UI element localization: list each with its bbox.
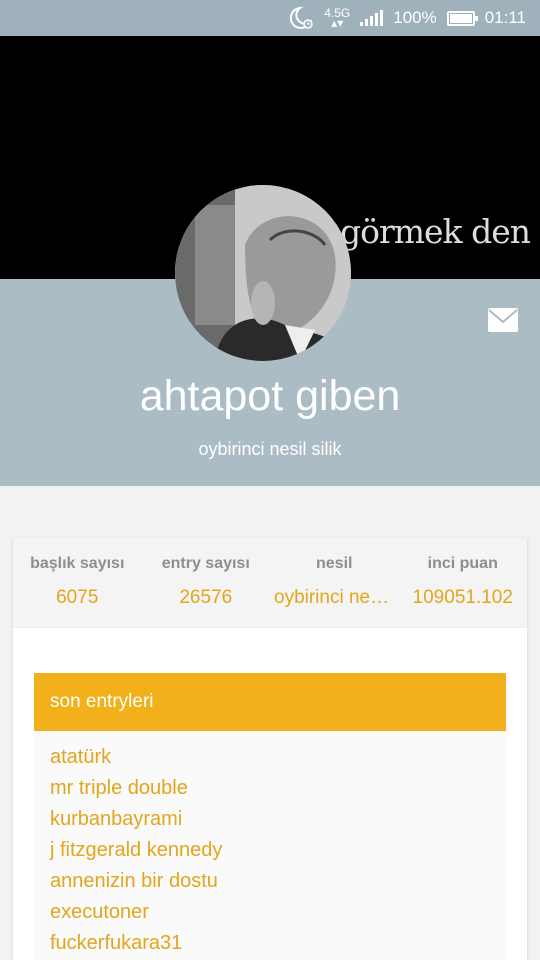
network-type-label: 4.5G ▴▾ [324,6,351,30]
stat-value: 26576 [179,587,233,608]
mail-icon[interactable] [487,307,519,333]
battery-percent: 100% [393,8,437,27]
stat-score: inci puan 109051.102 [399,538,528,628]
stat-label: entry sayısı [161,555,250,572]
entry-link[interactable]: executoner [50,898,506,929]
stat-topic-count: başlık sayısı 6075 [13,538,142,628]
stat-label: inci puan [427,555,498,572]
entry-link[interactable]: fuckerfukara31 [50,929,506,960]
battery-icon [446,10,478,26]
entries-card: son entryleri atatürk mr triple double k… [13,628,527,960]
entries-section-title: son entryleri [34,673,506,731]
stat-value: 6075 [56,587,99,608]
stat-label: nesil [316,555,353,572]
moon-alarm-icon [288,6,314,30]
entry-link[interactable]: kurbanbayrami [50,805,506,836]
signal-icon [360,10,384,26]
profile-username: ahtapot giben [139,372,401,420]
status-bar: 4.5G ▴▾ 100% 01:11 [0,0,540,36]
stat-value: 109051.102 [412,587,513,608]
stat-value: oybirinci nesil silik [274,587,399,608]
entry-link[interactable]: atatürk [50,743,506,774]
avatar [175,185,351,361]
entry-link[interactable]: j fitzgerald kennedy [50,836,506,867]
data-arrows-icon: ▴▾ [331,16,344,30]
stat-label: başlık sayısı [30,555,125,572]
profile-subtitle: oybirinci nesil silik [198,439,342,459]
entry-link[interactable]: annenizin bir dostu [50,867,506,898]
stats-card: başlık sayısı 6075 entry sayısı 26576 ne… [13,538,527,628]
clock: 01:11 [484,8,526,27]
entries-list: atatürk mr triple double kurbanbayrami j… [34,731,506,960]
stat-generation: nesil oybirinci nesil silik [270,538,399,628]
stat-entry-count: entry sayısı 26576 [142,538,271,628]
entry-link[interactable]: mr triple double [50,774,506,805]
cover-text: görmek den [340,212,531,251]
